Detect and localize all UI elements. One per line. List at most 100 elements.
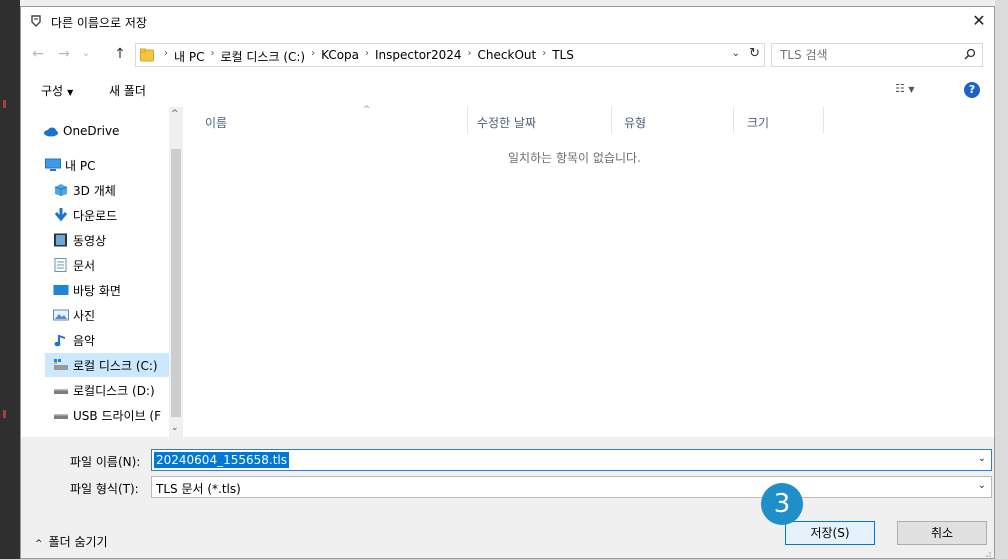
usb-drive-icon [54,414,68,419]
breadcrumb-separator: › [365,48,370,59]
navigation-bar: ← → ⌄ ↑ › 내 PC › 로컬 디스크 (C:) › KCopa › I… [21,41,994,69]
video-icon [54,233,67,247]
background-mark [3,100,6,108]
sidebar-item-videos[interactable]: 동영상 [53,228,169,252]
chevron-up-icon: ^ [35,539,43,549]
breadcrumb-item[interactable]: TLS [552,48,574,65]
hide-folders-toggle[interactable]: ^ 폴더 숨기기 [35,533,108,550]
breadcrumb-item[interactable]: Inspector2024 [375,48,462,65]
filename-field[interactable]: 20240604_155658.tls ⌄ [151,449,992,471]
3d-objects-icon [54,184,68,196]
view-options-icon[interactable]: ☷ ▼ [895,82,915,95]
resize-grip-icon[interactable] [982,548,992,558]
sidebar-item-pictures[interactable]: 사진 [53,303,169,327]
breadcrumb-item[interactable]: KCopa [321,48,359,65]
pc-icon [45,158,61,171]
caret-down-icon: ▼ [67,88,74,97]
column-header-date-modified[interactable]: 수정한 날짜 [477,114,536,131]
search-icon[interactable] [964,48,976,60]
sidebar-item-label: 3D 개체 [73,183,116,198]
sidebar-item-usb-drive[interactable]: USB 드라이브 (F [53,403,169,427]
local-disk-icon [54,359,68,370]
column-header-size[interactable]: 크기 [747,114,769,131]
music-icon [54,335,65,347]
filetype-value: TLS 문서 (*.tls) [156,482,241,496]
sidebar-item-label: 로컬 디스크 (C:) [73,358,158,373]
empty-message: 일치하는 항목이 없습니다. [508,151,641,165]
breadcrumb-separator: › [467,48,472,59]
filename-label: 파일 이름(N): [70,455,141,469]
sidebar-item-label: 내 PC [65,158,96,173]
address-bar[interactable]: › 내 PC › 로컬 디스크 (C:) › KCopa › Inspector… [135,43,765,67]
filename-value[interactable]: 20240604_155658.tls [154,452,289,468]
filetype-label: 파일 형식(T): [70,482,139,496]
sidebar-item-downloads[interactable]: 다운로드 [53,203,169,227]
breadcrumb-item[interactable]: 로컬 디스크 (C:) [220,48,305,65]
sidebar-item-documents[interactable]: 문서 [53,253,169,277]
breadcrumb-item[interactable]: 내 PC [174,48,204,65]
sidebar-item-desktop[interactable]: 바탕 화면 [53,278,169,302]
help-icon[interactable]: ? [964,82,980,98]
background-right [995,0,1008,559]
chevron-down-icon[interactable]: ⌄ [978,480,986,491]
column-divider[interactable] [823,107,824,133]
download-icon [54,208,68,222]
breadcrumb-separator: › [311,48,316,59]
onedrive-icon [44,127,58,137]
sidebar-item-label: 바탕 화면 [73,283,121,298]
column-header-name[interactable]: 이름 [205,114,227,131]
file-list: ^ 이름 수정한 날짜 유형 크기 일치하는 항목이 없습니다. [186,105,994,437]
search-input[interactable] [780,47,950,63]
sidebar-scrollbar[interactable]: ^ ⌄ [169,107,183,437]
chevron-down-icon[interactable]: ⌄ [978,453,986,464]
sidebar-item-music[interactable]: 음악 [53,328,169,352]
sidebar-item-label: 음악 [73,333,96,348]
sidebar-item-label: 사진 [73,308,96,323]
column-divider[interactable] [611,107,612,133]
sidebar-item-onedrive[interactable]: OneDrive [43,119,169,143]
scrollbar-thumb[interactable] [171,149,181,417]
filetype-select[interactable]: TLS 문서 (*.tls) ⌄ [151,476,992,498]
column-divider[interactable] [733,107,734,133]
cancel-button[interactable]: 취소 [897,521,987,545]
sidebar-item-local-disk-c[interactable]: 로컬 디스크 (C:) [45,353,169,377]
pictures-icon [53,309,69,321]
breadcrumb-separator: › [542,48,547,59]
up-button[interactable]: ↑ [111,44,129,64]
breadcrumb: › 내 PC › 로컬 디스크 (C:) › KCopa › Inspector… [158,48,574,65]
sidebar-item-label: 다운로드 [73,208,118,223]
sidebar-item-this-pc[interactable]: 내 PC [45,153,169,177]
save-form-panel: 파일 이름(N): 20240604_155658.tls ⌄ 파일 형식(T)… [21,437,994,558]
forward-button[interactable]: → [55,44,73,64]
scroll-down-icon[interactable]: ⌄ [171,423,179,433]
document-icon [54,258,67,272]
sidebar-item-label: 문서 [73,258,96,273]
save-as-dialog: 다른 이름으로 저장 ✕ ← → ⌄ ↑ › 내 PC › 로컬 디스크 (C:… [20,6,995,559]
background-left [0,0,20,559]
title-bar: 다른 이름으로 저장 ✕ [21,7,994,37]
breadcrumb-separator: › [210,48,215,59]
save-button[interactable]: 저장(S) [785,521,875,545]
column-divider[interactable] [467,107,468,133]
sort-ascending-icon: ^ [363,105,371,115]
close-button[interactable]: ✕ [964,7,994,37]
new-folder-button[interactable]: 새 폴더 [109,82,146,99]
hide-folders-label: 폴더 숨기기 [48,535,108,549]
navigation-pane: OneDrive 내 PC 3D 개체 다운로드 동영상 문서 바탕 화면 사진… [21,107,183,437]
search-box[interactable] [771,43,983,67]
recent-locations-button[interactable]: ⌄ [77,44,95,64]
chevron-down-icon[interactable]: ⌄ [732,48,740,59]
command-toolbar: 구성 ▼ 새 폴더 ☷ ▼ ? [21,77,994,103]
organize-label: 구성 [41,84,64,98]
sidebar-item-local-disk-d[interactable]: 로컬디스크 (D:) [53,378,169,402]
desktop-icon [53,285,69,295]
breadcrumb-item[interactable]: CheckOut [478,48,537,65]
organize-button[interactable]: 구성 ▼ [41,82,73,99]
drive-icon [54,389,68,394]
sidebar-item-3d-objects[interactable]: 3D 개체 [53,178,169,202]
back-button[interactable]: ← [29,44,47,64]
refresh-icon[interactable]: ↻ [749,46,760,61]
column-header-type[interactable]: 유형 [624,114,646,131]
scroll-up-icon[interactable]: ^ [171,109,179,119]
background-mark [3,410,6,418]
